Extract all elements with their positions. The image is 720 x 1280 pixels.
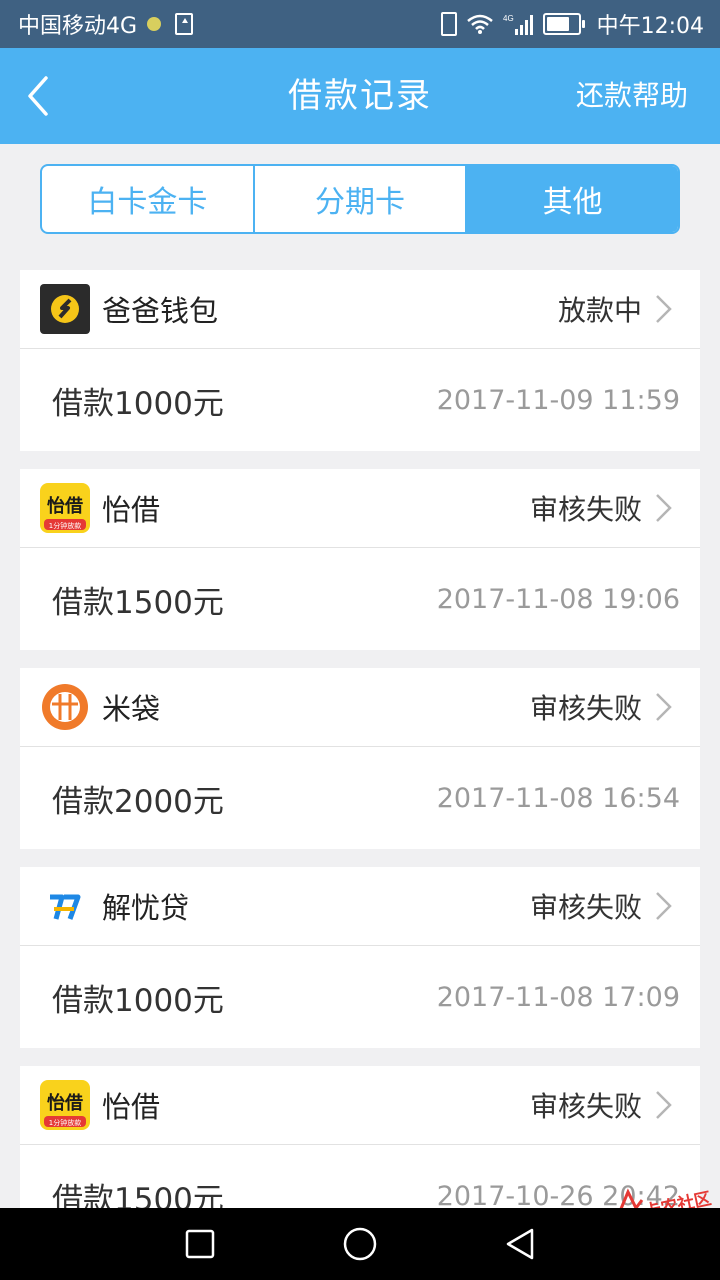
wifi-icon [466, 14, 493, 34]
status-bar-right: 4G 中午12:04 [440, 8, 720, 40]
status-label: 审核失败 [529, 692, 642, 725]
loan-record-card[interactable]: 爸爸钱包 放款中 借款1000元 2017-11-09 11:59 [20, 270, 700, 451]
cellular-signal-icon: 4G [503, 13, 533, 35]
svg-text:1分钟放款: 1分钟放款 [49, 521, 81, 530]
chevron-right-icon [656, 693, 672, 721]
upload-icon [175, 13, 194, 35]
tab-bar: 白卡金卡 分期卡 其他 [40, 164, 680, 234]
carrier-label: 中国移动4G [18, 14, 138, 39]
loan-timestamp: 2017-11-08 16:54 [436, 782, 680, 814]
status-bar: 中国移动4G 4G 中午12:04 [0, 0, 720, 48]
status-label: 放款中 [557, 294, 642, 327]
loan-record-header[interactable]: 怡借 1分钟放款 怡借 审核失败 [20, 1066, 700, 1145]
status-label: 审核失败 [529, 1090, 642, 1123]
home-button[interactable] [315, 1208, 405, 1280]
loan-record-list: 爸爸钱包 放款中 借款1000元 2017-11-09 11:59 怡借 1分钟… [20, 270, 700, 1265]
chevron-right-icon [656, 892, 672, 920]
loan-timestamp: 2017-11-08 17:09 [436, 981, 680, 1013]
back-triangle-icon [506, 1228, 534, 1260]
chevron-right-icon [656, 494, 672, 522]
jieyoudai-logo [40, 881, 90, 931]
status-label: 审核失败 [529, 493, 642, 526]
status-bar-left: 中国移动4G [0, 8, 194, 40]
loan-amount: 借款1000元 [52, 385, 224, 422]
tab-other[interactable]: 其他 [465, 166, 678, 232]
babaqianbao-logo [40, 284, 90, 334]
app-header: 借款记录 还款帮助 [0, 48, 720, 144]
loan-record-body: 借款1500元 2017-11-08 19:06 [20, 548, 700, 650]
loan-timestamp: 2017-11-08 19:06 [436, 583, 680, 615]
chevron-right-icon [656, 1091, 672, 1119]
svg-text:4G: 4G [503, 14, 514, 23]
lender-name: 怡借 [102, 1090, 161, 1124]
vibrate-icon [440, 12, 457, 36]
tab-installment-card[interactable]: 分期卡 [252, 166, 466, 232]
recents-button[interactable] [155, 1208, 245, 1280]
notification-dot-icon [147, 17, 162, 31]
loan-amount: 借款1000元 [52, 982, 224, 1019]
loan-record-header[interactable]: 怡借 1分钟放款 怡借 审核失败 [20, 469, 700, 548]
tab-white-gold-card[interactable]: 白卡金卡 [42, 166, 253, 232]
loan-record-header[interactable]: 爸爸钱包 放款中 [20, 270, 700, 349]
lender-name: 爸爸钱包 [102, 294, 219, 328]
loan-timestamp: 2017-11-09 11:59 [436, 384, 680, 416]
loan-amount: 借款1500元 [52, 584, 224, 621]
svg-text:怡借: 怡借 [47, 1092, 83, 1114]
loan-amount: 借款2000元 [52, 783, 224, 820]
repayment-help-link[interactable]: 还款帮助 [576, 48, 688, 144]
midai-logo [40, 682, 90, 732]
loan-record-body: 借款1000元 2017-11-08 17:09 [20, 946, 700, 1048]
loan-record-header[interactable]: 解忧贷 审核失败 [20, 867, 700, 946]
loan-record-body: 借款2000元 2017-11-08 16:54 [20, 747, 700, 849]
lender-name: 怡借 [102, 493, 161, 527]
svg-text:1分钟放款: 1分钟放款 [49, 1118, 81, 1127]
svg-text:怡借: 怡借 [47, 495, 83, 517]
recents-square-icon [185, 1229, 215, 1259]
lender-name: 解忧贷 [102, 891, 190, 925]
loan-record-card[interactable]: 米袋 审核失败 借款2000元 2017-11-08 16:54 [20, 668, 700, 849]
clock: 中午12:04 [596, 14, 704, 39]
loan-record-card[interactable]: 怡借 1分钟放款 怡借 审核失败 借款1500元 2017-11-08 19:0… [20, 469, 700, 650]
home-circle-icon [343, 1227, 377, 1261]
lender-name: 米袋 [102, 692, 161, 726]
loan-record-body: 借款1000元 2017-11-09 11:59 [20, 349, 700, 451]
battery-icon [542, 13, 585, 35]
system-nav-bar [0, 1208, 720, 1280]
chevron-right-icon [656, 295, 672, 323]
status-label: 审核失败 [529, 891, 642, 924]
loan-record-card[interactable]: 解忧贷 审核失败 借款1000元 2017-11-08 17:09 [20, 867, 700, 1048]
yijie-logo: 怡借 1分钟放款 [40, 483, 90, 533]
loan-record-header[interactable]: 米袋 审核失败 [20, 668, 700, 747]
nav-back-button[interactable] [475, 1208, 565, 1280]
yijie-logo: 怡借 1分钟放款 [40, 1080, 90, 1130]
